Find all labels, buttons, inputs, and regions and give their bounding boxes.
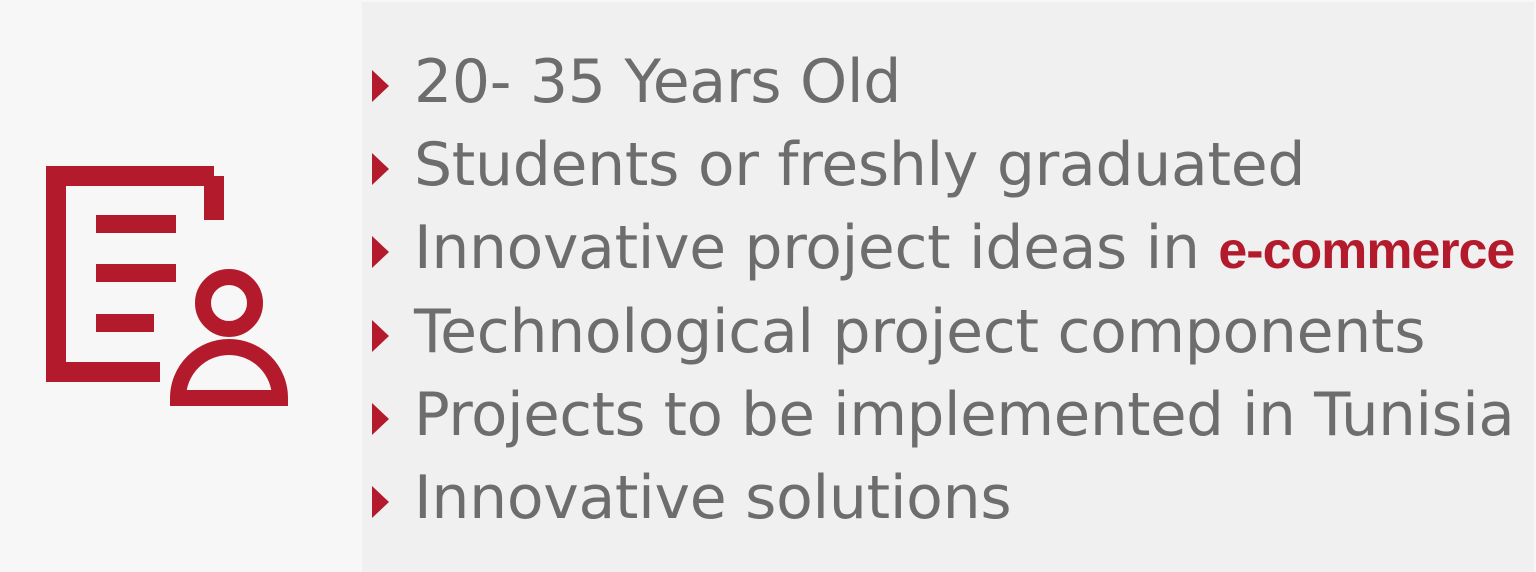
document-user-icon (46, 166, 289, 406)
criteria-item-text: 20- 35 Years Old (414, 47, 902, 117)
criteria-item-text: Technological project components (414, 297, 1426, 367)
criteria-panel: 20- 35 Years Old Students or freshly gra… (362, 2, 1534, 572)
criteria-item-ecommerce: Innovative project ideas in e-commerce (362, 208, 1534, 288)
criteria-item-text: Projects to be implemented in Tunisia (414, 380, 1515, 450)
triangle-bullet-icon (372, 403, 389, 435)
triangle-bullet-icon (372, 236, 389, 268)
highlight-keyword: e-commerce (1218, 222, 1515, 280)
criteria-item-text-prefix: Innovative project ideas in (414, 213, 1219, 283)
criteria-item-text: Students or freshly graduated (414, 130, 1306, 200)
icon-panel (0, 0, 362, 572)
criteria-item-age: 20- 35 Years Old (362, 42, 1534, 122)
triangle-bullet-icon (372, 70, 389, 102)
criteria-item-tunisia: Projects to be implemented in Tunisia (362, 375, 1534, 455)
criteria-item-solutions: Innovative solutions (362, 458, 1534, 538)
triangle-bullet-icon (372, 486, 389, 518)
criteria-item-text: Innovative project ideas in e-commerce (414, 208, 1515, 291)
criteria-item-text: Innovative solutions (414, 463, 1012, 533)
criteria-item-technological: Technological project components (362, 292, 1534, 372)
triangle-bullet-icon (372, 320, 389, 352)
triangle-bullet-icon (372, 153, 389, 185)
criteria-item-students: Students or freshly graduated (362, 125, 1534, 205)
